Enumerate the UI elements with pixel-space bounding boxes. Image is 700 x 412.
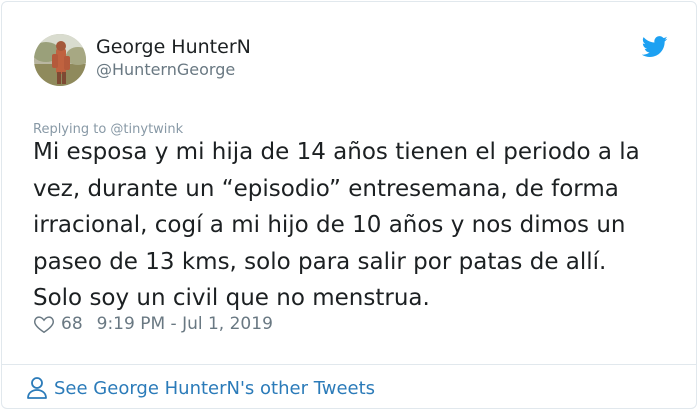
embedded-tweet-card: George HunterN @HunternGeorge Replying t… xyxy=(1,1,697,409)
see-other-tweets-link[interactable]: See George HunterN's other Tweets xyxy=(26,376,375,400)
tweet-meta: 68 9:19 PM - Jul 1, 2019 xyxy=(33,313,273,335)
see-other-tweets-label[interactable]: See George HunterN's other Tweets xyxy=(54,378,375,399)
author-name[interactable]: George HunterN xyxy=(96,36,251,58)
like-count[interactable]: 68 xyxy=(61,314,83,334)
footer-divider xyxy=(2,364,696,365)
profile-photo-icon xyxy=(34,34,86,86)
twitter-bird-icon[interactable] xyxy=(641,36,668,58)
user-icon xyxy=(27,377,47,399)
author-handle[interactable]: @HunternGeorge xyxy=(96,60,235,79)
tweet-timestamp[interactable]: 9:19 PM - Jul 1, 2019 xyxy=(97,314,273,334)
heart-icon[interactable] xyxy=(33,313,55,335)
tweet-text: Mi esposa y mi hija de 14 años tienen el… xyxy=(33,139,640,312)
avatar[interactable] xyxy=(34,34,86,86)
